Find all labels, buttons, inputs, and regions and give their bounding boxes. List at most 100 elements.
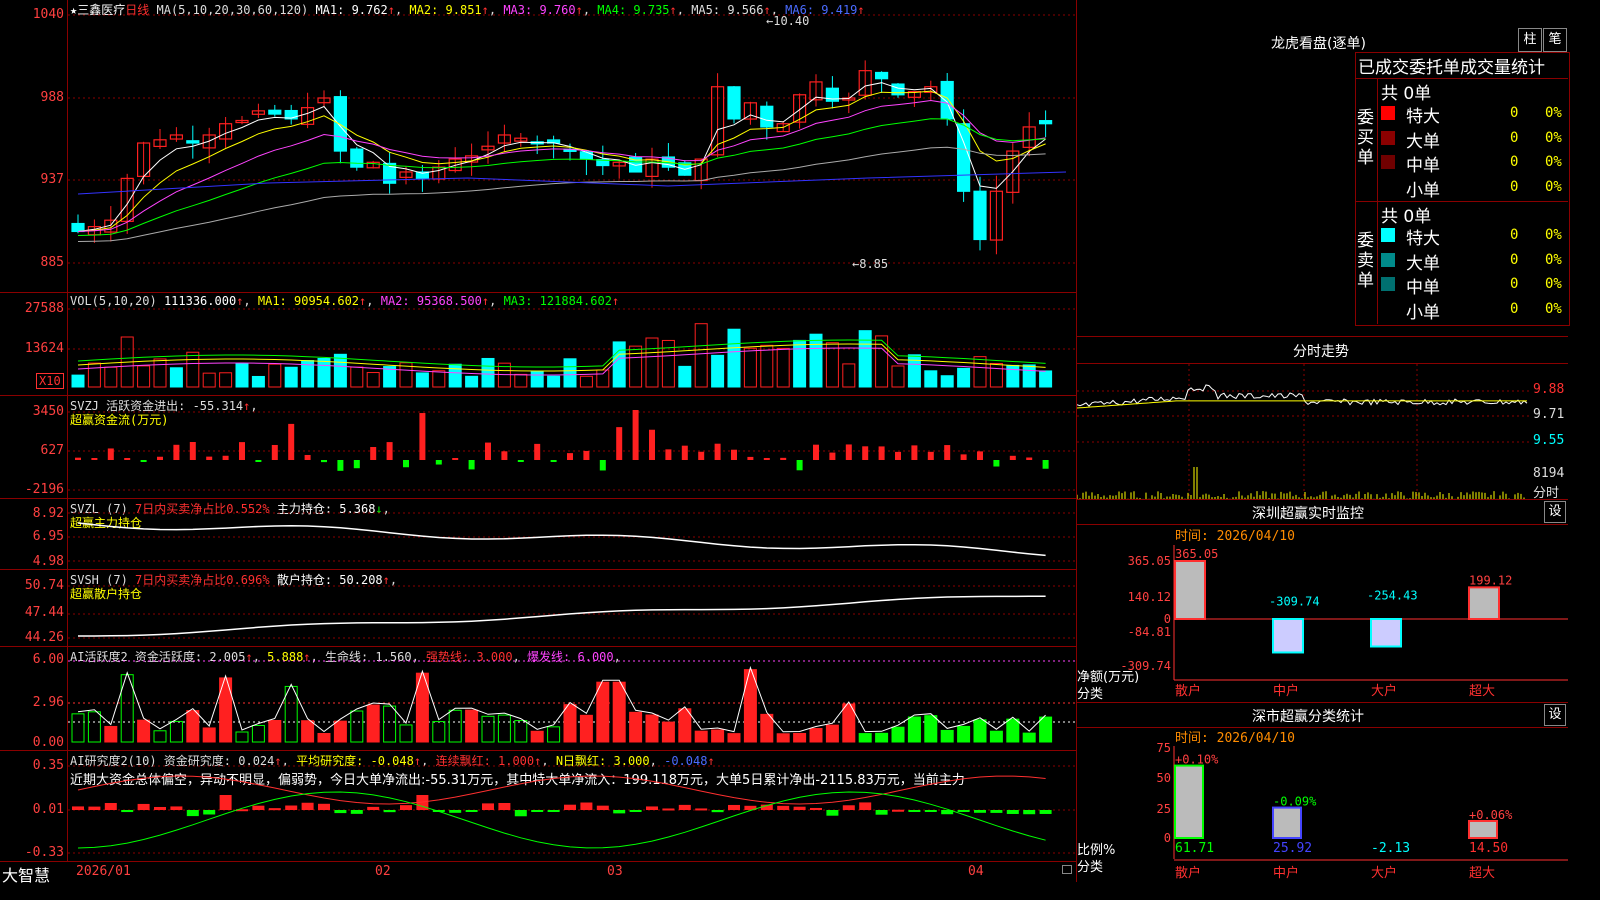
research-bar xyxy=(154,806,166,810)
research-bar xyxy=(121,810,134,813)
svzj-chart[interactable] xyxy=(68,396,1076,498)
intraday-chart[interactable] xyxy=(1077,364,1532,499)
price-panel[interactable]: ★三鑫医疗日线 MA(5,10,20,30,60,120) MA1: 9.762… xyxy=(0,0,1076,293)
ai-research-panel[interactable]: AI研究度2(10) 资金研究度: 0.024↑, 平均研究度: -0.048↑… xyxy=(0,751,1076,862)
flow-bar xyxy=(993,460,1000,467)
flow-bar xyxy=(321,460,327,463)
buy-order-label: 委买单 xyxy=(1357,108,1374,168)
volume-bar xyxy=(776,347,790,388)
flow-bar xyxy=(632,410,639,460)
lock-icon[interactable] xyxy=(1062,865,1072,874)
active-bar xyxy=(579,714,593,743)
active-bar xyxy=(186,710,200,743)
order-percent: 0% xyxy=(1545,251,1562,268)
candle-body xyxy=(727,86,741,120)
flow-bar xyxy=(731,449,737,460)
monitor-value-label: 199.12 xyxy=(1469,573,1512,587)
volume-bar xyxy=(251,375,265,388)
volume-bar xyxy=(563,358,577,388)
active-bar xyxy=(268,719,282,743)
active-bar xyxy=(596,681,610,743)
order-color-swatch xyxy=(1381,301,1395,316)
research-bar xyxy=(498,803,511,810)
classify-chart[interactable]: 75 50 25 0 +0.10% 61.71 散户 -0.09% 25.92 中户 -2.13 大户… xyxy=(1077,741,1568,882)
ai-research-chart[interactable] xyxy=(68,751,1076,861)
active-bar xyxy=(350,710,364,743)
active-bar xyxy=(169,720,183,743)
research-bar xyxy=(1006,810,1019,814)
active-bar xyxy=(678,708,692,743)
vol-tick: 27588 xyxy=(24,301,64,316)
flow-bar xyxy=(747,456,754,460)
research-bar xyxy=(383,810,396,813)
flow-bar xyxy=(386,442,393,460)
ai-active-panel[interactable]: AI活跃度2 资金活跃度: 2.005↑, 5.888↑, 生命线: 1.560… xyxy=(0,647,1076,751)
flow-bar xyxy=(370,447,377,460)
research-bar xyxy=(580,802,593,810)
svzl-panel[interactable]: SVZL (7) 7日内买卖净占比0.552% 主力持仓: 5.368↓, 超赢… xyxy=(0,499,1076,570)
monitor-category: 超大 xyxy=(1469,684,1495,699)
bar-mode-button[interactable]: 柱 xyxy=(1518,28,1542,52)
research-bar xyxy=(1039,810,1052,814)
active-bar xyxy=(973,719,987,743)
x-tick: 02 xyxy=(375,864,391,879)
research-bar xyxy=(350,810,363,814)
active-bar xyxy=(645,714,659,743)
volume-chart[interactable] xyxy=(68,293,1076,395)
monitor-category: 大户 xyxy=(1371,683,1397,699)
svsh-panel[interactable]: SVSH (7) 7日内买卖净占比0.696% 散户持仓: 50.208↑, 超… xyxy=(0,570,1076,647)
research-bar xyxy=(629,810,642,812)
volume-bar xyxy=(727,328,741,388)
research-bar xyxy=(613,810,626,814)
classify-settings-button[interactable]: 设 xyxy=(1544,704,1566,726)
volume-bar xyxy=(940,375,954,388)
flow-bar xyxy=(927,451,934,460)
active-bar xyxy=(940,729,954,743)
flow-bar xyxy=(813,444,819,460)
svsh-chart[interactable] xyxy=(68,570,1076,646)
volume-panel[interactable]: VOL(5,10,20) 111336.000↑, MA1: 90954.602… xyxy=(0,293,1076,396)
x-axis: 大智慧 2026/01 02 03 04 xyxy=(0,862,1076,885)
monitor-chart[interactable]: 365.05140.120-84.81-309.74365.05散户-309.7… xyxy=(1077,540,1568,702)
flow-bar xyxy=(288,423,295,460)
classify-value-label: 14.50 xyxy=(1469,841,1508,856)
tick-mode-button[interactable]: 笔 xyxy=(1543,28,1567,52)
intraday-tick: 9.71 xyxy=(1533,407,1565,422)
research-bar xyxy=(186,810,199,817)
intraday-title: 分时走势 xyxy=(1293,344,1349,360)
flow-bar xyxy=(91,458,98,460)
candlestick-chart[interactable]: ←10.40 ←8.85 xyxy=(68,0,1076,292)
active-bar xyxy=(432,721,446,743)
classify-category: 超大 xyxy=(1469,866,1495,881)
classify-tick: 75 xyxy=(1157,741,1171,755)
volume-bar xyxy=(169,367,183,388)
x-tick: 03 xyxy=(607,864,623,879)
order-volume: 0 xyxy=(1510,276,1519,292)
flow-bar xyxy=(780,457,787,460)
classify-panel[interactable]: 深市超赢分类统计 设 时间: 2026/04/10 75 50 25 0 +0.10% 6… xyxy=(1077,703,1568,882)
ai-active-chart[interactable] xyxy=(68,647,1076,750)
price-tick: 937 xyxy=(40,172,64,187)
classify-pct-label: -0.09% xyxy=(1273,795,1317,809)
flow-bar xyxy=(714,443,721,460)
research-bar xyxy=(842,805,855,810)
active-bar xyxy=(891,726,905,743)
volume-bar xyxy=(547,375,561,388)
intraday-tick: 9.88 xyxy=(1533,382,1565,397)
volume-bar xyxy=(268,363,282,388)
volume-bar xyxy=(711,354,725,388)
intraday-panel[interactable]: 分时走势 9.88 9.71 9.55 8194 分时 xyxy=(1077,337,1568,501)
flow-bar xyxy=(255,460,262,462)
sell-order-label: 委卖单 xyxy=(1357,231,1374,291)
svzj-panel[interactable]: SVZJ 活跃资金进出: -55.314↑, 超赢资金流(万元) 3450 62… xyxy=(0,396,1076,499)
research-bar xyxy=(678,804,691,810)
svzl-chart[interactable] xyxy=(68,499,1076,569)
volume-bar xyxy=(957,367,971,388)
active-bar xyxy=(727,733,741,743)
monitor-settings-button[interactable]: 设 xyxy=(1544,501,1566,523)
research-bar xyxy=(711,810,724,813)
research-bar xyxy=(793,806,806,810)
monitor-panel[interactable]: 深圳超赢实时监控 设 时间: 2026/04/10 365.05 140.12 0-… xyxy=(1077,500,1568,703)
flow-bar xyxy=(304,454,311,460)
svzl-tick: 6.95 xyxy=(32,529,64,544)
